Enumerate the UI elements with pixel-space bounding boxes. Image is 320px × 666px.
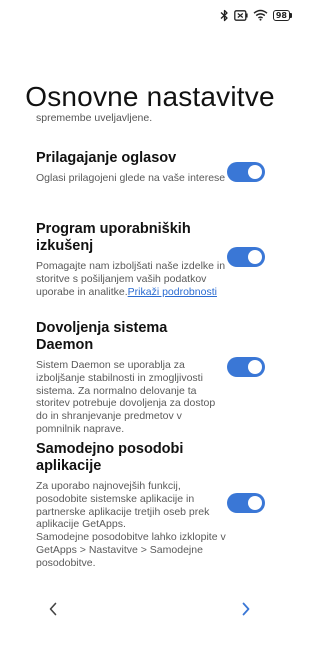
wifi-icon bbox=[253, 9, 268, 21]
setting-description: Oglasi prilagojeni glede na vaše interes… bbox=[36, 172, 226, 184]
toggle-knob bbox=[248, 165, 262, 179]
user-experience-program-toggle[interactable] bbox=[227, 247, 265, 267]
show-details-link[interactable]: Prikaži podrobnosti bbox=[128, 286, 217, 298]
setting-auto-update-apps: Samodejno posodobi aplikacije Za uporabo… bbox=[36, 441, 268, 570]
chevron-left-icon bbox=[49, 602, 57, 616]
auto-update-apps-toggle[interactable] bbox=[227, 493, 265, 513]
page-title: Osnovne nastavitve bbox=[25, 80, 275, 112]
setting-title: Program uporabniških izkušenj bbox=[36, 221, 191, 254]
chevron-right-icon bbox=[242, 602, 250, 616]
setting-description: Pomagajte nam izboljšati naše izdelke in… bbox=[36, 260, 226, 298]
setting-ad-personalization: Prilagajanje oglasov Oglasi prilagojeni … bbox=[36, 150, 268, 185]
battery-saver-icon bbox=[234, 9, 248, 21]
bluetooth-icon bbox=[220, 9, 228, 21]
setting-title: Samodejno posodobi aplikacije bbox=[36, 441, 184, 474]
setting-title: Prilagajanje oglasov bbox=[36, 150, 177, 166]
setting-user-experience-program: Program uporabniških izkušenj Pomagajte … bbox=[36, 221, 268, 298]
toggle-knob bbox=[248, 360, 262, 374]
toggle-knob bbox=[248, 496, 262, 510]
status-bar: 98 bbox=[220, 8, 292, 22]
battery-level: 98 bbox=[272, 9, 290, 21]
toggle-knob bbox=[248, 250, 262, 264]
battery-tip bbox=[290, 12, 292, 18]
battery-indicator: 98 bbox=[272, 9, 292, 21]
next-button[interactable] bbox=[234, 597, 258, 621]
ad-personalization-toggle[interactable] bbox=[227, 162, 265, 182]
back-button[interactable] bbox=[41, 597, 65, 621]
setting-description: Sistem Daemon se uporablja za izboljšanj… bbox=[36, 359, 216, 435]
intro-text: spremembe uveljavljene. bbox=[36, 112, 153, 124]
intro-section: spremembe uveljavljene. bbox=[36, 112, 268, 125]
daemon-permissions-toggle[interactable] bbox=[227, 357, 265, 377]
setting-title: Dovoljenja sistema Daemon bbox=[36, 320, 168, 353]
setting-daemon-permissions: Dovoljenja sistema Daemon Sistem Daemon … bbox=[36, 320, 268, 436]
setting-description: Za uporabo najnovejših funkcij, posodobi… bbox=[36, 480, 226, 569]
